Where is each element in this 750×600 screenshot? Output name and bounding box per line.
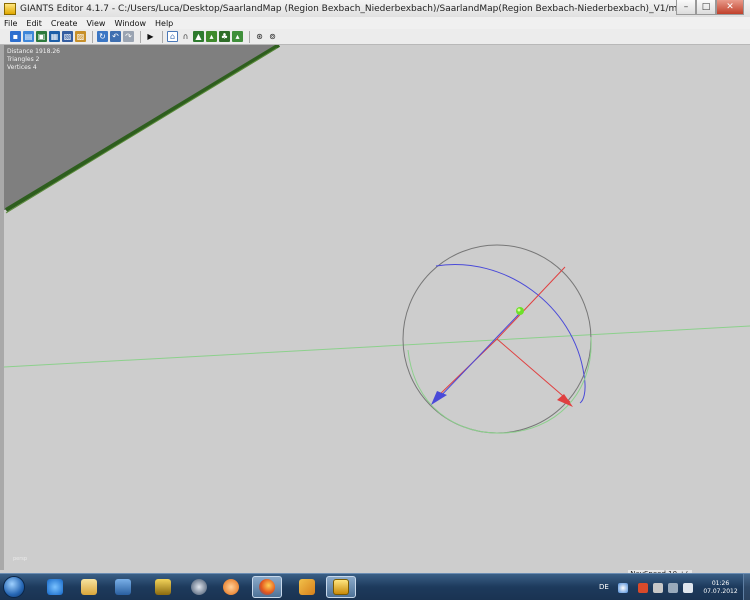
title-bar: GIANTS Editor 4.1.7 - C:/Users/Luca/Desk…	[0, 0, 750, 17]
show-desktop-button[interactable]	[743, 574, 750, 600]
color-picker-icon[interactable]	[292, 576, 322, 598]
file-explorer-icon[interactable]	[74, 576, 104, 598]
windows-start-icon[interactable]	[3, 576, 25, 598]
save-icon[interactable]: ▣	[36, 31, 47, 42]
open-file-icon[interactable]: ▤	[23, 31, 34, 42]
redo-icon[interactable]: ↷	[123, 31, 134, 42]
terrain-paint-icon[interactable]: ▴	[206, 31, 217, 42]
menu-bar: File Edit Create View Window Help	[0, 17, 750, 29]
gizmo-z-axis[interactable]	[435, 312, 521, 402]
network-tray-icon[interactable]	[668, 583, 678, 593]
keyboard-language[interactable]: DE	[599, 583, 609, 591]
undo-icon[interactable]: ↶	[110, 31, 121, 42]
gizmo-x-axis[interactable]	[496, 338, 571, 403]
palette-icon	[299, 579, 315, 595]
system-clock[interactable]: 01:26 07.07.2012	[703, 580, 738, 596]
toolbar: ▪ ▤ ▣ ▦ ▧ ▨ ↻ ↶ ↷ ▶ ⌂ ∩ ▲ ▴ ♣ ▴ ⊛ ⊚	[0, 29, 750, 45]
gizmo-z-arrowhead[interactable]	[431, 391, 447, 405]
gizmo-red-axis-up[interactable]	[496, 266, 566, 340]
window-title: GIANTS Editor 4.1.7 - C:/Users/Luca/Desk…	[20, 3, 717, 14]
gizmo-y-rotation-ring[interactable]	[407, 336, 592, 434]
close-button[interactable]: ✕	[716, 0, 744, 15]
snap-settings-icon[interactable]: ⊚	[267, 31, 278, 42]
clock-time: 01:26	[711, 580, 730, 587]
maximize-button[interactable]: □	[696, 0, 716, 15]
refresh-icon[interactable]: ↻	[97, 31, 108, 42]
export-icon[interactable]: ▦	[49, 31, 60, 42]
vertices-readout: Vertices 4	[7, 64, 37, 71]
menu-create[interactable]: Create	[51, 19, 78, 28]
windows-taskbar: DE 01:26 07.07.2012	[0, 573, 750, 600]
help-tray-icon[interactable]	[618, 583, 628, 593]
giants-editor-window-icon[interactable]	[326, 576, 356, 598]
clock-date: 07.07.2012	[703, 588, 738, 595]
move-tool-icon[interactable]: ∩	[180, 31, 191, 42]
menu-file[interactable]: File	[4, 19, 17, 28]
toolbar-separator	[249, 30, 250, 43]
import-icon[interactable]: ▨	[75, 31, 86, 42]
menu-view[interactable]: View	[86, 19, 105, 28]
gizmo-z-rotation-ring[interactable]	[435, 264, 586, 404]
3d-viewport[interactable]: Distance 1918.26 Triangles 2 Vertices 4 …	[4, 45, 750, 570]
viewport-stats: Distance 1918.26 Triangles 2 Vertices 4	[7, 48, 60, 72]
gizmo-x-arrowhead[interactable]	[557, 394, 573, 407]
distance-readout: Distance 1918.26	[7, 48, 60, 55]
toolbar-separator	[92, 30, 93, 43]
new-file-icon[interactable]: ▪	[10, 31, 21, 42]
giants-editor-app-icon	[4, 2, 16, 15]
toolbar-separator	[162, 30, 163, 43]
steam-logo-icon	[191, 579, 207, 595]
select-mode-icon[interactable]: ⌂	[167, 31, 178, 42]
menu-help[interactable]: Help	[155, 19, 173, 28]
volume-tray-icon[interactable]	[683, 583, 693, 593]
gizmo-center-highlight	[517, 308, 521, 312]
flag-tray-icon[interactable]	[653, 583, 663, 593]
play-icon[interactable]: ▶	[145, 31, 156, 42]
firefox-icon[interactable]	[252, 576, 282, 598]
media-center-icon[interactable]	[216, 576, 246, 598]
steam-icon[interactable]	[184, 576, 214, 598]
play-circle-icon	[223, 579, 239, 595]
save-as-icon[interactable]: ▧	[62, 31, 73, 42]
grass-paint-icon[interactable]: ▴	[232, 31, 243, 42]
toolbar-separator	[140, 30, 141, 43]
camera-mode-label: persp	[13, 556, 28, 562]
triangles-readout: Triangles 2	[7, 56, 40, 63]
terrain-sculpt-icon[interactable]: ▲	[193, 31, 204, 42]
giants-editor-task-icon[interactable]	[148, 576, 178, 598]
giants-window-logo-icon	[333, 579, 349, 595]
foliage-paint-icon[interactable]: ♣	[219, 31, 230, 42]
folder-icon	[81, 579, 97, 595]
snap-icon[interactable]: ⊛	[254, 31, 265, 42]
window-controls: – □ ✕	[676, 0, 744, 15]
menu-edit[interactable]: Edit	[26, 19, 42, 28]
firefox-logo-icon	[259, 579, 275, 595]
windows-media-player-icon[interactable]	[108, 576, 138, 598]
ground-grid-line	[4, 325, 750, 368]
ie-logo-icon	[47, 579, 63, 595]
tray-app-icon[interactable]	[638, 583, 648, 593]
minimize-button[interactable]: –	[676, 0, 696, 15]
media-player-logo-icon	[115, 579, 131, 595]
scene-canvas[interactable]	[4, 45, 750, 570]
giants-logo-icon	[155, 579, 171, 595]
internet-explorer-icon[interactable]	[40, 576, 70, 598]
menu-window[interactable]: Window	[114, 19, 146, 28]
